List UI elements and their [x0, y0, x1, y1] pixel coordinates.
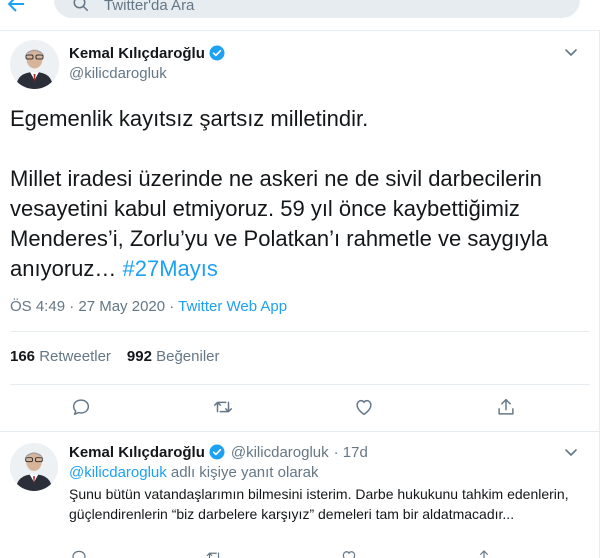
search-icon [73, 0, 89, 12]
replying-to: @kilicdarogluk adlı kişiye yanıt olarak [69, 464, 319, 481]
avatar-image [10, 443, 58, 491]
like-count: 992 [126, 348, 152, 365]
column-border [599, 30, 600, 558]
heart-icon[interactable] [353, 396, 375, 418]
retweet-count: 166 [10, 348, 36, 365]
hashtag-link[interactable]: #27Mayıs [123, 256, 218, 281]
like-label: Beğeniler [156, 348, 220, 365]
source-app-link[interactable]: Twitter Web App [178, 298, 287, 315]
chevron-down-icon[interactable] [563, 44, 579, 60]
like-stat[interactable]: 992 Beğeniler [127, 348, 220, 365]
author-handle-row: @kilicdarogluk [69, 65, 167, 82]
author-handle[interactable]: @kilicdarogluk [69, 65, 167, 82]
tweet-text-body: Millet iradesi üzerinde ne askeri ne de … [10, 166, 549, 281]
tweet-text: Egemenlik kayıtsız şartsız milletindir. … [10, 104, 595, 284]
search-placeholder: Twitter'da Ara [104, 0, 195, 14]
retweet-icon[interactable] [212, 396, 234, 418]
retweet-icon[interactable] [205, 548, 223, 558]
reply-text: Şunu bütün vatandaşlarımın bilmesini ist… [69, 486, 569, 522]
tweet-text-paragraph: Millet iradesi üzerinde ne askeri ne de … [10, 164, 595, 284]
heart-icon[interactable] [340, 548, 358, 558]
retweet-stat[interactable]: 166 Retweetler [10, 348, 111, 365]
tweet-stats: 166 Retweetler 992 Beğeniler [10, 348, 220, 365]
reply-icon[interactable] [70, 396, 92, 418]
tweet-timestamp[interactable]: ÖS 4:49 · 27 May 2020 · [10, 298, 178, 315]
share-icon[interactable] [495, 396, 517, 418]
avatar[interactable] [10, 40, 59, 89]
tweet-text-line1: Egemenlik kayıtsız şartsız milletindir. [10, 106, 369, 131]
reply-time[interactable]: · 17d [334, 444, 368, 461]
chevron-down-icon[interactable] [563, 444, 579, 460]
author-name-row: Kemal Kılıçdaroğlu [69, 44, 226, 62]
divider [10, 331, 590, 332]
reply-author-handle[interactable]: @kilicdarogluk [231, 444, 329, 461]
reply-author-name[interactable]: Kemal Kılıçdaroğlu [69, 444, 205, 461]
reply-mention-link[interactable]: @kilicdarogluk [69, 464, 167, 481]
search-input[interactable]: Twitter'da Ara [54, 0, 580, 18]
replying-to-label: adlı kişiye yanıt olarak [166, 464, 319, 481]
share-icon[interactable] [475, 548, 493, 558]
divider [0, 30, 600, 31]
avatar-image [10, 40, 59, 89]
retweet-label: Retweetler [39, 348, 111, 365]
author-name[interactable]: Kemal Kılıçdaroğlu [69, 45, 205, 62]
top-bar: Twitter'da Ara [0, 0, 607, 30]
divider [10, 384, 590, 385]
tweet-meta: ÖS 4:49 · 27 May 2020 · Twitter Web App [10, 298, 287, 315]
reply-author-row: Kemal Kılıçdaroğlu @kilicdarogluk · 17d [69, 443, 368, 461]
divider [0, 431, 600, 432]
back-arrow-icon[interactable] [4, 0, 28, 16]
reply-icon[interactable] [70, 548, 88, 558]
verified-badge-icon [209, 444, 225, 460]
verified-badge-icon [209, 45, 225, 61]
avatar[interactable] [10, 443, 58, 491]
